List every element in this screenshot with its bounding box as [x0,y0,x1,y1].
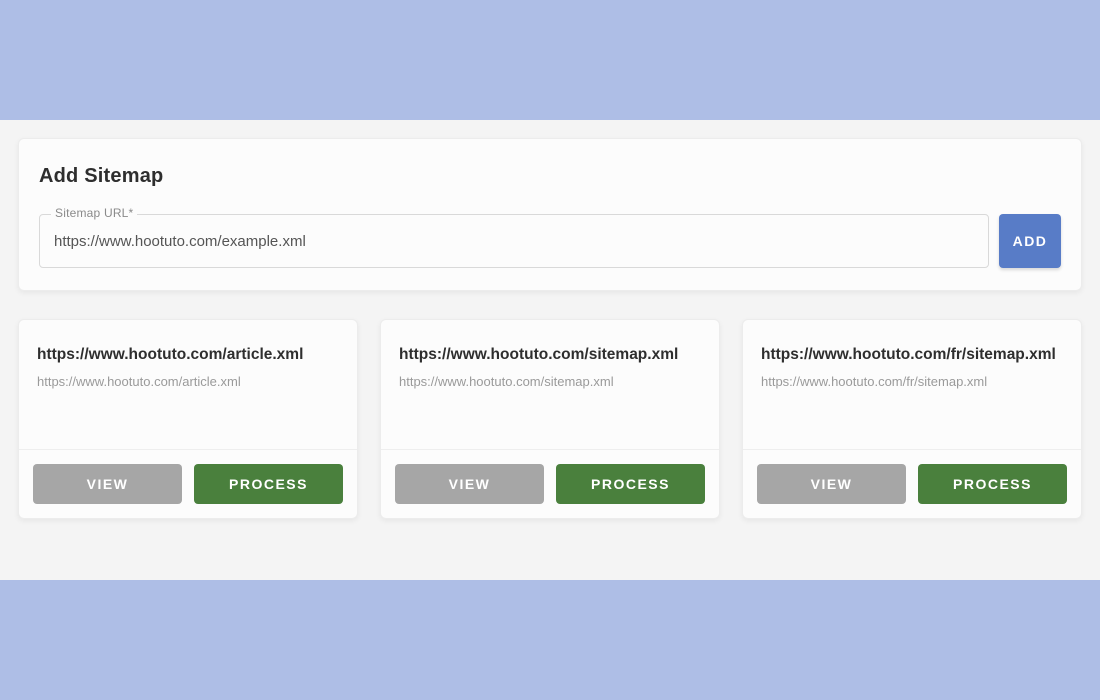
sitemap-url-field: Sitemap URL* [39,214,989,268]
add-sitemap-card: Add Sitemap Sitemap URL* ADD [18,138,1082,291]
add-sitemap-row: Sitemap URL* ADD [39,214,1061,268]
view-button[interactable]: VIEW [395,464,544,504]
add-sitemap-heading: Add Sitemap [39,165,1061,188]
sitemap-subtitle: https://www.hootuto.com/sitemap.xml [399,374,701,389]
page: Add Sitemap Sitemap URL* ADD https://www… [0,120,1100,580]
sitemap-card-body: https://www.hootuto.com/article.xml http… [19,320,357,449]
sitemap-title: https://www.hootuto.com/article.xml [37,346,339,364]
process-button[interactable]: PROCESS [918,464,1067,504]
sitemap-actions: VIEW PROCESS [19,449,357,518]
sitemap-actions: VIEW PROCESS [381,449,719,518]
sitemap-title: https://www.hootuto.com/sitemap.xml [399,346,701,364]
sitemap-card: https://www.hootuto.com/sitemap.xml http… [380,319,720,519]
sitemap-grid: https://www.hootuto.com/article.xml http… [18,319,1082,519]
sitemap-card: https://www.hootuto.com/fr/sitemap.xml h… [742,319,1082,519]
add-button[interactable]: ADD [999,214,1061,268]
sitemap-title: https://www.hootuto.com/fr/sitemap.xml [761,346,1063,364]
sitemap-url-label: Sitemap URL* [51,206,137,220]
process-button[interactable]: PROCESS [194,464,343,504]
sitemap-card-body: https://www.hootuto.com/sitemap.xml http… [381,320,719,449]
view-button[interactable]: VIEW [757,464,906,504]
sitemap-card-body: https://www.hootuto.com/fr/sitemap.xml h… [743,320,1081,449]
sitemap-subtitle: https://www.hootuto.com/fr/sitemap.xml [761,374,1063,389]
sitemap-subtitle: https://www.hootuto.com/article.xml [37,374,339,389]
view-button[interactable]: VIEW [33,464,182,504]
sitemap-url-input[interactable] [39,214,989,268]
process-button[interactable]: PROCESS [556,464,705,504]
sitemap-actions: VIEW PROCESS [743,449,1081,518]
sitemap-card: https://www.hootuto.com/article.xml http… [18,319,358,519]
